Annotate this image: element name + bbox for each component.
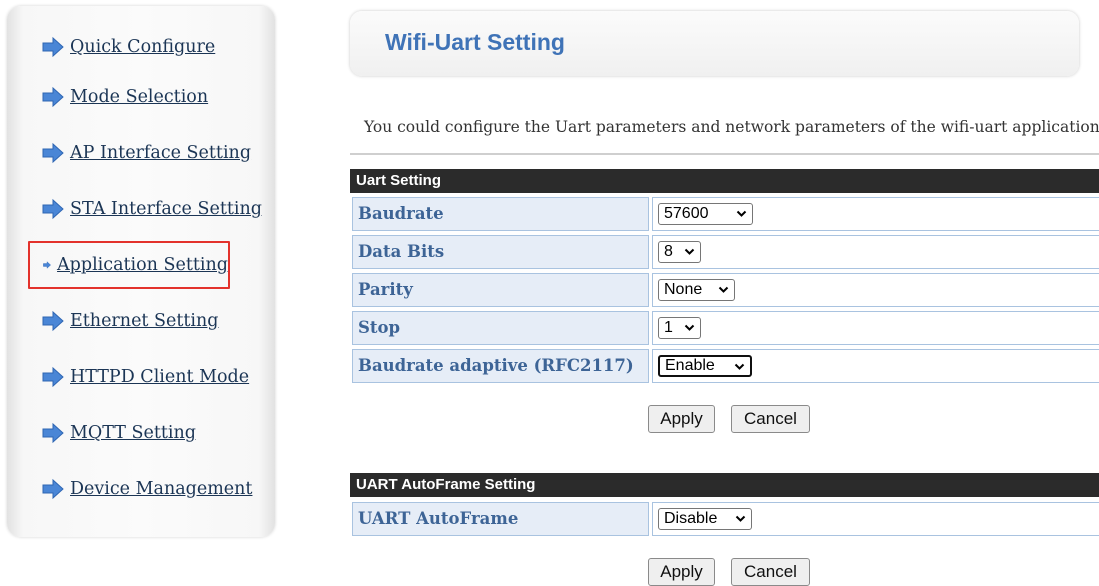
chevron-down-icon <box>734 361 745 372</box>
chevron-down-icon <box>735 513 746 524</box>
parity-select[interactable]: None <box>658 279 735 301</box>
table-row: Parity None <box>350 272 1099 308</box>
sidebar-item-label: Quick Configure <box>70 37 216 57</box>
sidebar-nav: Quick Configure Mode Selection AP Interf… <box>7 6 275 537</box>
right-arrow-icon <box>42 86 64 108</box>
right-arrow-icon <box>42 142 64 164</box>
chevron-down-icon <box>684 322 695 333</box>
right-arrow-icon <box>42 36 64 58</box>
table-row: UART AutoFrame Disable <box>350 501 1099 537</box>
right-arrow-icon <box>43 254 51 276</box>
parity-label: Parity <box>352 273 649 307</box>
stop-cell: 1 <box>652 311 1099 345</box>
data-bits-cell: 8 <box>652 235 1099 269</box>
page-title-panel: Wifi-Uart Setting <box>350 11 1079 76</box>
uart-autoframe-select[interactable]: Disable <box>658 508 752 530</box>
stop-label: Stop <box>352 311 649 345</box>
data-bits-value: 8 <box>664 243 673 260</box>
data-bits-label: Data Bits <box>352 235 649 269</box>
uart-cancel-button[interactable]: Cancel <box>731 405 810 433</box>
autoframe-setting-header: UART AutoFrame Setting <box>350 473 1099 497</box>
sidebar-item-label: Application Setting <box>57 255 228 275</box>
sidebar-item-httpd-client-mode[interactable]: HTTPD Client Mode <box>42 364 249 390</box>
stop-bits-value: 1 <box>664 319 673 336</box>
page-description: You could configure the Uart parameters … <box>364 118 1099 136</box>
sidebar-item-ethernet-setting[interactable]: Ethernet Setting <box>42 308 219 334</box>
table-row: Baudrate 57600 <box>350 196 1099 232</box>
sidebar-item-application-setting[interactable]: Application Setting <box>28 241 230 289</box>
sidebar-item-label: STA Interface Setting <box>70 199 262 219</box>
autoframe-cancel-button[interactable]: Cancel <box>731 558 810 586</box>
baudrate-select[interactable]: 57600 <box>658 203 753 225</box>
sidebar-item-mode-selection[interactable]: Mode Selection <box>42 84 208 110</box>
baudrate-cell: 57600 <box>652 197 1099 231</box>
baudrate-adaptive-select[interactable]: Enable <box>658 355 752 377</box>
sidebar-item-label: Device Management <box>70 479 253 499</box>
sidebar-item-quick-configure[interactable]: Quick Configure <box>42 34 215 60</box>
baudrate-adaptive-cell: Enable <box>652 349 1099 383</box>
sidebar-item-sta-interface-setting[interactable]: STA Interface Setting <box>42 196 262 222</box>
sidebar-item-label: Mode Selection <box>70 87 209 107</box>
chevron-down-icon <box>718 284 729 295</box>
stop-bits-select[interactable]: 1 <box>658 317 701 339</box>
right-arrow-icon <box>42 198 64 220</box>
divider <box>350 153 1099 155</box>
page-title: Wifi-Uart Setting <box>385 29 565 55</box>
baudrate-label: Baudrate <box>352 197 649 231</box>
right-arrow-icon <box>42 478 64 500</box>
chevron-down-icon <box>736 208 747 219</box>
sidebar-item-mqtt-setting[interactable]: MQTT Setting <box>42 420 196 446</box>
uart-autoframe-cell: Disable <box>652 502 1099 536</box>
sidebar-item-label: HTTPD Client Mode <box>70 367 250 387</box>
table-row: Data Bits 8 <box>350 234 1099 270</box>
right-arrow-icon <box>42 310 64 332</box>
sidebar-item-label: MQTT Setting <box>70 423 196 443</box>
table-row: Baudrate adaptive (RFC2117) Enable <box>350 348 1099 384</box>
sidebar-item-label: AP Interface Setting <box>70 143 252 163</box>
sidebar-item-label: Ethernet Setting <box>70 311 219 331</box>
parity-value: None <box>664 281 703 298</box>
table-row: Stop 1 <box>350 310 1099 346</box>
right-arrow-icon <box>42 422 64 444</box>
right-arrow-icon <box>42 366 64 388</box>
parity-cell: None <box>652 273 1099 307</box>
baudrate-adaptive-value: Enable <box>665 357 715 374</box>
autoframe-apply-button[interactable]: Apply <box>648 558 715 586</box>
sidebar-item-device-management[interactable]: Device Management <box>42 476 252 502</box>
baudrate-value: 57600 <box>664 205 709 222</box>
data-bits-select[interactable]: 8 <box>658 241 701 263</box>
sidebar-item-ap-interface-setting[interactable]: AP Interface Setting <box>42 140 251 166</box>
chevron-down-icon <box>684 246 695 257</box>
baudrate-adaptive-label: Baudrate adaptive (RFC2117) <box>352 349 649 383</box>
uart-apply-button[interactable]: Apply <box>648 405 715 433</box>
uart-autoframe-value: Disable <box>664 510 718 527</box>
uart-autoframe-label: UART AutoFrame <box>352 502 649 536</box>
uart-setting-header: Uart Setting <box>350 169 1099 193</box>
